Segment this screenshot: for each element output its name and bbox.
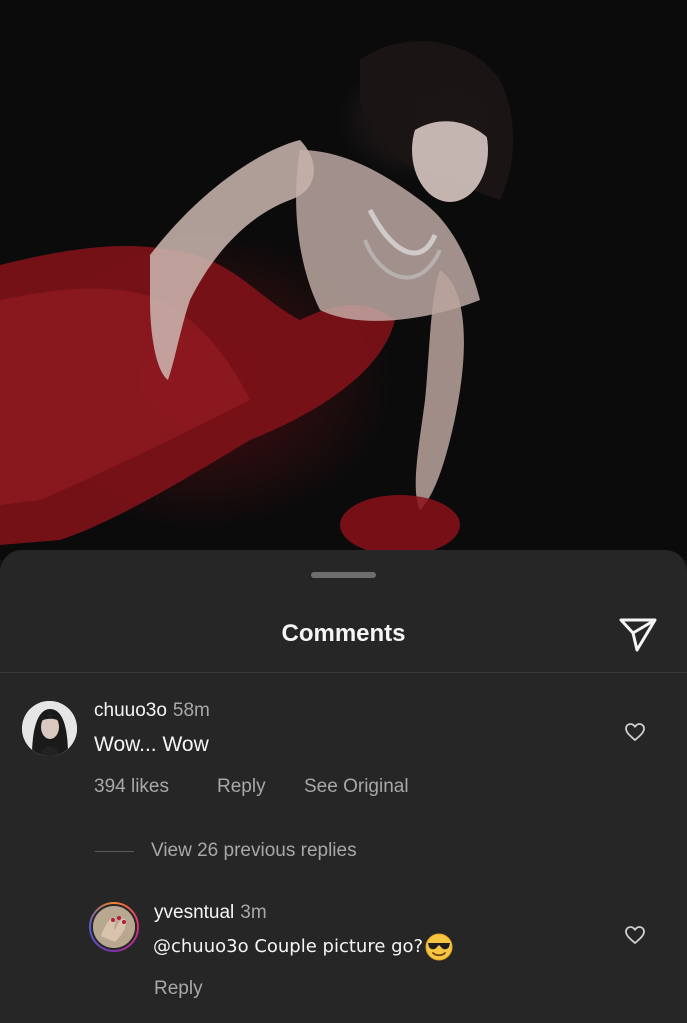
reply-avatar[interactable] [89,902,139,952]
reply-time: 3m [240,902,267,923]
reply-username[interactable]: yvesntual [154,902,234,923]
sheet-grabber[interactable] [311,572,376,578]
send-icon[interactable] [617,616,659,654]
reply-reply-button[interactable]: Reply [154,978,203,1000]
comment-username[interactable]: chuuo3o [94,700,167,721]
sunglasses-emoji-icon [424,932,454,962]
comment-time: 58m [172,700,210,721]
avatar[interactable] [22,701,77,756]
comment-header: chuuo3o 58m [94,700,210,722]
reply-header: yvesntual 3m [154,902,267,924]
comment-likes[interactable]: 394 likes [94,776,169,798]
sheet-title: Comments [281,620,406,647]
heart-outline-icon[interactable] [624,722,646,742]
replies-divider-line [95,851,134,852]
reply-heart-outline-icon[interactable] [624,925,646,945]
comment-text: Wow... Wow [94,733,209,756]
avatar-photo [22,701,77,756]
view-previous-replies-button[interactable]: View 26 previous replies [151,840,357,862]
see-original-button[interactable]: See Original [304,776,409,798]
header-divider [0,672,687,673]
comments-sheet: Comments chuuo3o 58m Wow... Wow 394 likes… [0,550,687,1023]
reply-avatar-photo [93,906,135,948]
photo-illustration [0,41,514,555]
reply-button[interactable]: Reply [217,776,266,798]
post-photo [0,0,687,560]
reply-text: @chuuo3o Couple picture go? [153,936,424,957]
